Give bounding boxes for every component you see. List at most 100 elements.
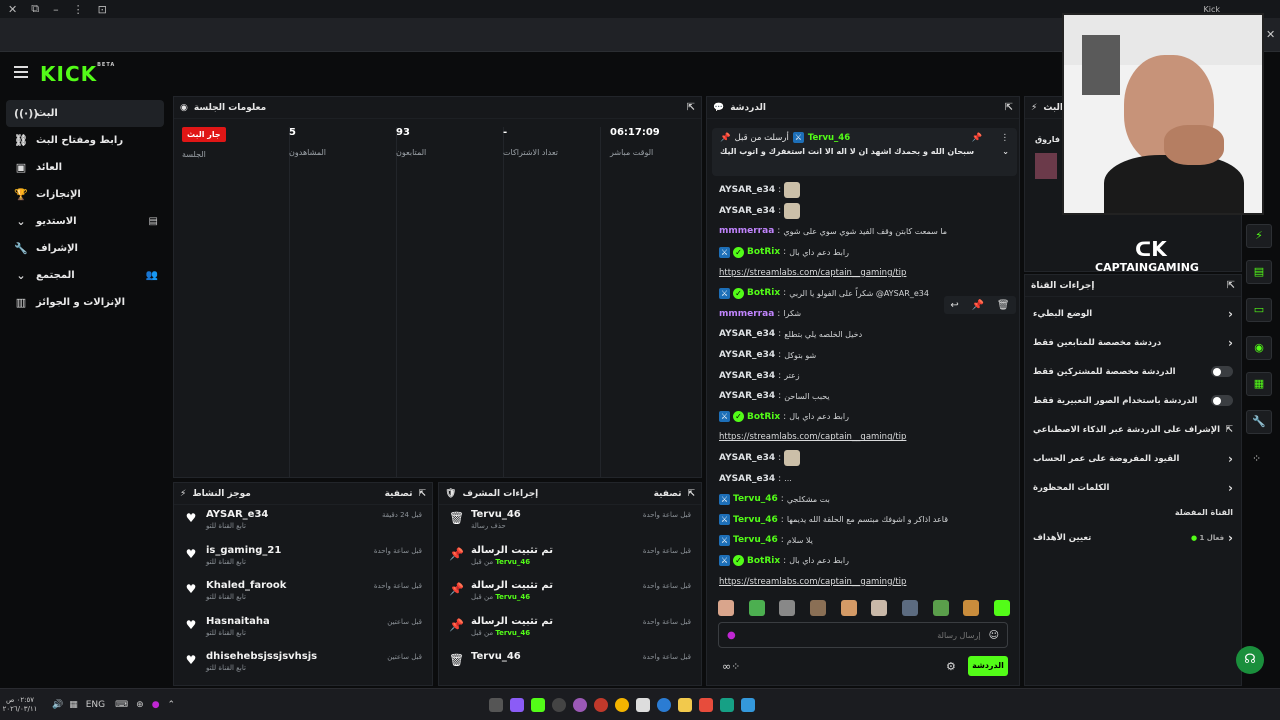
infinity-icon[interactable]: ∞⁘ (722, 660, 740, 673)
app-icon[interactable] (719, 697, 734, 712)
activity-user[interactable]: is_gaming_21 (206, 545, 281, 556)
chat-message[interactable]: ⚔ ✓ BotRix: رابط دعم داي بال (709, 407, 1017, 428)
extensions-icon[interactable]: ⊡ (98, 3, 107, 16)
chat-message[interactable]: AYSAR_e34: زعتر (709, 365, 1017, 386)
channel-action-row[interactable]: دردشة مخصصة للمتابعين فقط › (1025, 328, 1241, 357)
mic-icon[interactable]: ● (152, 700, 160, 710)
chat-username[interactable]: AYSAR_e34 (719, 474, 775, 484)
nav-item-revenue[interactable]: ▣ العائد (6, 154, 164, 181)
app-icon[interactable] (488, 697, 503, 712)
filter-button[interactable]: تصفية (385, 489, 413, 499)
expand-icon[interactable]: ⇱ (687, 102, 695, 113)
channel-action-row[interactable]: الوضع البطيء › (1025, 299, 1241, 328)
chat-input[interactable]: ● إرسال رسالة ☺ (718, 622, 1008, 648)
obs-icon[interactable] (593, 697, 608, 712)
mod-action-by[interactable]: Tervu_46 (495, 629, 530, 637)
reply-icon[interactable]: ↩ (950, 300, 958, 311)
more-options-icon[interactable]: ⋮ (1001, 133, 1010, 143)
trash-icon[interactable]: 🗑 (997, 300, 1010, 311)
chat-message[interactable]: https://streamlabs.com/captain__gaming/t… (709, 571, 1017, 592)
chat-username[interactable]: BotRix (747, 247, 780, 257)
app-icon[interactable] (635, 697, 650, 712)
kick-app-icon[interactable] (530, 697, 545, 712)
chat-message[interactable]: mmmerraa: ما سمعت كابتن وقف الفيد شوي سوي… (709, 221, 1017, 242)
emote-icon[interactable] (809, 600, 826, 616)
app-icon[interactable] (572, 697, 587, 712)
wifi-icon[interactable]: ▦ (69, 700, 78, 710)
chat-link[interactable]: https://streamlabs.com/captain__gaming/t… (719, 577, 906, 587)
emote-icon[interactable] (963, 600, 980, 616)
more-icon[interactable]: ⋮ (73, 3, 84, 16)
activity-user[interactable]: dhisehebsjssjsvhsjs (206, 651, 317, 662)
chat-message[interactable]: ⚔ Tervu_46: قاعد اذاكر و اشوفك مبتسم مع ال… (709, 510, 1017, 531)
wrench-icon[interactable]: 🔧 (1246, 410, 1272, 434)
activity-user[interactable]: Khaled_farook (206, 580, 286, 591)
chat-username[interactable]: AYSAR_e34 (719, 453, 775, 463)
chat-username[interactable]: Tervu_46 (733, 535, 778, 545)
chat-message[interactable]: AYSAR_e34: (709, 180, 1017, 201)
close-icon[interactable]: ✕ (8, 3, 17, 16)
globe-icon[interactable]: ⊕ (136, 700, 144, 710)
edge-icon[interactable] (656, 697, 671, 712)
emote-icon[interactable] (718, 600, 734, 616)
chat-message[interactable]: ⚔ Tervu_46: يلا سلام (709, 530, 1017, 551)
unpin-icon[interactable]: 📌 (972, 133, 983, 143)
keyboard-icon[interactable]: ⌨ (115, 700, 128, 710)
emote-icon[interactable] (901, 600, 918, 616)
chat-message[interactable]: AYSAR_e34: يحبب الساحن (709, 386, 1017, 407)
expand-icon[interactable]: ⇱ (418, 489, 426, 499)
chrome-icon[interactable] (614, 697, 629, 712)
nav-item-moderation[interactable]: 🔧 الإشراف (6, 235, 164, 262)
nav-item-drops[interactable]: ▥ الإنزالات و الجوائز (6, 289, 164, 316)
document-icon[interactable]: ▤ (1246, 260, 1272, 284)
emote-icon[interactable] (871, 600, 888, 616)
restore-icon[interactable]: ⧉ (31, 2, 39, 16)
app-icon[interactable] (698, 697, 713, 712)
chat-link[interactable]: https://streamlabs.com/captain__gaming/t… (719, 268, 906, 278)
chat-message[interactable]: ⚔ ✓ BotRix: رابط دعم داي بال (709, 242, 1017, 263)
chevron-down-icon[interactable]: ⌄ (1002, 147, 1009, 156)
activity-user[interactable]: Hasnaitaha (206, 616, 270, 627)
chat-message[interactable]: ⚔ Tervu_46: بت مشكلجي (709, 489, 1017, 510)
chat-username[interactable]: AYSAR_e34 (719, 329, 775, 339)
mod-action-by[interactable]: Tervu_46 (495, 558, 530, 566)
chat-username[interactable]: BotRix (747, 412, 780, 422)
pinned-by-user[interactable]: Tervu_46 (808, 133, 850, 143)
windows-icon[interactable] (740, 697, 755, 712)
kick-logo[interactable]: KICKBETA (40, 62, 115, 86)
chat-username[interactable]: AYSAR_e34 (719, 391, 775, 401)
app-icon[interactable] (509, 697, 524, 712)
nav-item-community[interactable]: ⌄ المجتمع 👥 (6, 262, 164, 289)
chat-message[interactable]: https://streamlabs.com/captain__gaming/t… (709, 427, 1017, 448)
language-indicator[interactable]: ENG (86, 700, 105, 710)
broadcast-icon[interactable]: ◉ (1246, 336, 1272, 360)
app-icon[interactable] (551, 697, 566, 712)
chat-username[interactable]: mmmerraa (719, 309, 774, 319)
chat-message[interactable]: AYSAR_e34: دخيل الخلصه يلي بتطلع (709, 324, 1017, 345)
chat-username[interactable]: AYSAR_e34 (719, 185, 775, 195)
channel-action-row[interactable]: الإشراف على الدردشة عبر الذكاء الاصطناعي… (1025, 415, 1241, 444)
chat-username[interactable]: AYSAR_e34 (719, 371, 775, 381)
filter-button[interactable]: تصفية (654, 489, 682, 499)
chevron-up-icon[interactable]: ⌃ (168, 700, 176, 710)
mic-icon[interactable]: ● (727, 630, 736, 641)
chat-message[interactable]: AYSAR_e34:... (709, 468, 1017, 489)
chat-username[interactable]: BotRix (747, 288, 780, 298)
chat-link[interactable]: https://streamlabs.com/captain__gaming/t… (719, 432, 906, 442)
emote-icon[interactable] (779, 600, 796, 616)
nav-item-achievements[interactable]: 🏆 الإنجازات (6, 181, 164, 208)
activity-user[interactable]: AYSAR_e34 (206, 509, 268, 520)
chat-icon[interactable]: ▭ (1246, 298, 1272, 322)
expand-icon[interactable]: ⇱ (687, 489, 695, 499)
nav-item-stream-key[interactable]: ⛓ رابط ومفتاح البث (6, 127, 164, 154)
emote-icon[interactable] (748, 600, 765, 616)
support-icon[interactable]: ☊ (1236, 646, 1264, 674)
chat-message[interactable]: https://streamlabs.com/captain__gaming/t… (709, 262, 1017, 283)
chat-username[interactable]: AYSAR_e34 (719, 206, 775, 216)
chat-username[interactable]: AYSAR_e34 (719, 350, 775, 360)
send-chat-button[interactable]: الدردشة (968, 656, 1008, 676)
chat-message[interactable]: AYSAR_e34: (709, 201, 1017, 222)
toggle-switch[interactable] (1211, 366, 1233, 377)
expand-icon[interactable]: ⇱ (1005, 102, 1013, 113)
close-icon[interactable]: ✕ (1266, 28, 1275, 41)
